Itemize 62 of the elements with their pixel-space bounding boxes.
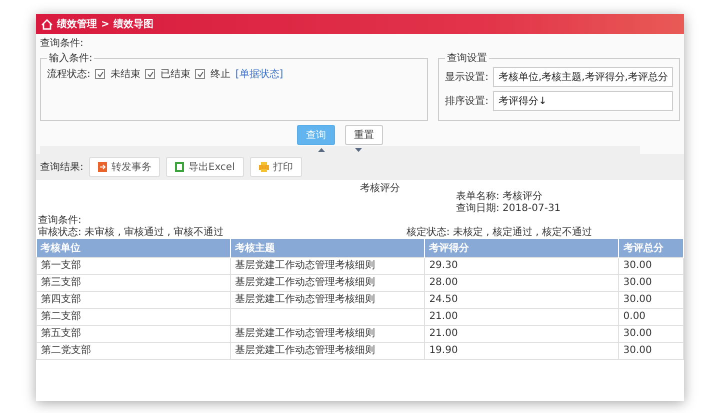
query-date: 查询日期: 2018-07-31 bbox=[456, 203, 561, 215]
table-cell: 30.00 bbox=[623, 260, 652, 271]
table-cell: 第二党支部 bbox=[41, 345, 91, 356]
toolbar-button[interactable]: 导出Excel bbox=[166, 157, 244, 177]
conditions-label: 查询条件: bbox=[38, 215, 82, 226]
table-cell: 29.30 bbox=[429, 260, 458, 271]
table-cell: 第三支部 bbox=[41, 277, 81, 288]
field-label: 流程状态: bbox=[47, 68, 90, 81]
report-title: 考核评分 bbox=[360, 182, 400, 195]
table-cell: 基层党建工作动态管理考核细则 bbox=[235, 277, 376, 288]
fieldset-legend: 输入条件: bbox=[47, 51, 94, 65]
table-cell: 19.90 bbox=[429, 345, 458, 356]
checkbox-label: 已结束 bbox=[160, 68, 190, 81]
reset-button[interactable]: 重置 bbox=[345, 125, 383, 145]
breadcrumb-item[interactable]: 绩效管理 bbox=[57, 17, 97, 31]
input-field[interactable]: 考评得分↓ bbox=[493, 91, 673, 111]
table-cell: 基层党建工作动态管理考核细则 bbox=[235, 328, 376, 339]
column-header: 考评总分 bbox=[618, 239, 684, 258]
table-cell: 30.00 bbox=[623, 277, 652, 288]
table-cell: 30.00 bbox=[623, 345, 652, 356]
form-name: 表单名称: 考核评分 bbox=[456, 191, 543, 202]
toolbar-button[interactable]: 打印 bbox=[250, 157, 302, 177]
section-label: 查询结果: bbox=[40, 160, 84, 174]
input-field[interactable]: 考核单位,考核主题,考评得分,考评总分 bbox=[493, 67, 673, 87]
table-cell: 基层党建工作动态管理考核细则 bbox=[235, 345, 376, 356]
column-header: 考核单位 bbox=[36, 239, 231, 258]
table-cell: 24.50 bbox=[429, 294, 458, 305]
spreadsheet-icon bbox=[175, 162, 184, 172]
expand-icon[interactable] bbox=[355, 148, 362, 152]
field-label: 显示设置: bbox=[445, 70, 488, 84]
checkbox-label: 终止 bbox=[210, 68, 230, 81]
field-label: 排序设置: bbox=[445, 94, 488, 108]
checkbox[interactable] bbox=[195, 69, 206, 79]
approve-status: 核定状态: 未核定 , 核定通过 , 核定不通过 bbox=[406, 226, 592, 239]
table-cell: 28.00 bbox=[429, 277, 458, 288]
column-header: 考核主题 bbox=[230, 239, 425, 258]
table-cell: 0.00 bbox=[623, 311, 646, 322]
table-cell: 基层党建工作动态管理考核细则 bbox=[235, 294, 376, 305]
table-cell: 第一支部 bbox=[41, 260, 81, 271]
checkbox[interactable] bbox=[95, 69, 106, 79]
fieldset-legend: 查询设置 bbox=[445, 51, 490, 65]
audit-status: 审核状态: 未审核 , 审核通过 , 审核不通过 bbox=[38, 227, 224, 239]
toolbar-button[interactable]: 转发事务 bbox=[89, 157, 160, 177]
status-link[interactable]: [单据状态] bbox=[235, 67, 284, 81]
document-icon bbox=[98, 162, 108, 172]
checkbox-label: 未结束 bbox=[110, 68, 140, 81]
column-header: 考评得分 bbox=[424, 239, 619, 258]
checkbox[interactable] bbox=[145, 69, 156, 79]
breadcrumb-item[interactable]: 绩效导图 bbox=[113, 17, 154, 31]
collapse-icon[interactable] bbox=[318, 148, 325, 152]
breadcrumb-separator: > bbox=[101, 18, 110, 30]
table-cell: 30.00 bbox=[623, 328, 652, 339]
printer-icon bbox=[258, 162, 269, 172]
table-cell: 第四支部 bbox=[41, 294, 81, 305]
table-cell: 21.00 bbox=[429, 311, 458, 322]
section-label: 查询条件: bbox=[40, 36, 84, 50]
table-cell: 21.00 bbox=[429, 328, 458, 339]
home-icon[interactable] bbox=[41, 18, 53, 30]
table-cell: 基层党建工作动态管理考核细则 bbox=[235, 260, 376, 271]
table-cell: 第五支部 bbox=[41, 328, 81, 339]
table-cell: 30.00 bbox=[623, 294, 652, 305]
table-cell: 第二支部 bbox=[41, 311, 81, 322]
